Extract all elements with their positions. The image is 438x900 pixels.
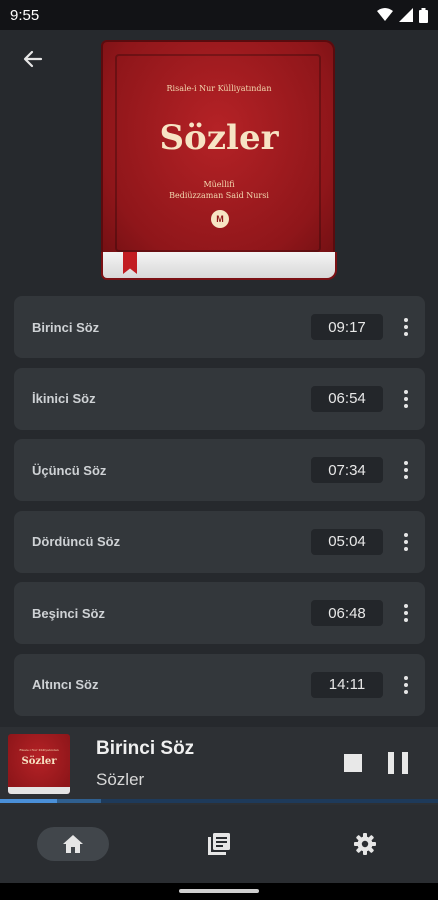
nav-home[interactable]: [0, 827, 146, 861]
track-duration: 14:11: [311, 671, 383, 698]
track-title: İkinici Söz: [32, 391, 96, 406]
wifi-icon: [377, 8, 393, 21]
track-title: Birinci Söz: [32, 319, 100, 335]
cover-series: Risale-i Nur Külliyatından: [166, 84, 272, 93]
library-icon: [208, 833, 230, 855]
track-row[interactable]: Üçüncü Söz 07:34: [14, 439, 425, 501]
track-row[interactable]: Birinci Söz 09:17: [14, 296, 425, 358]
thumb-title: Sözler: [21, 756, 57, 767]
track-title: Beşinci Söz: [32, 605, 105, 621]
settings-icon: [354, 833, 376, 855]
nav-library-indicator: [183, 827, 255, 861]
cover-author-name: Bediüzzaman Said Nursi: [169, 191, 269, 200]
signal-icon: [399, 8, 413, 22]
track-duration: 06:48: [311, 600, 383, 626]
cover-author-label: Müellifi: [203, 180, 235, 189]
track-title: Dördüncü Söz: [32, 534, 121, 549]
track-row[interactable]: Beşinci Söz 06:48: [14, 582, 425, 644]
track-duration: 09:17: [311, 314, 383, 340]
back-button[interactable]: [20, 46, 46, 72]
nav-settings[interactable]: [292, 827, 438, 861]
mini-player[interactable]: Risale-i Nur Külliyatından Sözler Birinc…: [0, 727, 438, 805]
cover-title: Sözler: [159, 118, 279, 158]
nav-home-indicator: [37, 827, 109, 861]
arrow-left-icon: [23, 50, 43, 68]
battery-icon: [419, 7, 428, 23]
gesture-area: [0, 883, 438, 900]
track-row[interactable]: İkinici Söz 06:54: [14, 367, 425, 430]
status-icons: [377, 7, 428, 23]
publisher-logo: M: [211, 210, 229, 228]
player-album: Sözler: [96, 770, 145, 789]
more-vert-icon[interactable]: [399, 530, 413, 554]
track-list: Birinci Söz 09:17 İkinici Söz 06:54 Üçün…: [14, 296, 425, 725]
more-vert-icon[interactable]: [399, 458, 413, 482]
progress-fill: [0, 799, 57, 803]
more-vert-icon[interactable]: [399, 601, 413, 625]
album-cover: Risale-i Nur Külliyatından Sözler Müelli…: [97, 38, 341, 282]
more-vert-icon[interactable]: [399, 387, 413, 411]
thumb-pages: [8, 787, 70, 794]
nav-settings-indicator: [329, 827, 401, 861]
status-bar: 9:55: [0, 0, 438, 30]
bottom-navigation: [0, 805, 438, 883]
track-duration: 07:34: [311, 457, 383, 483]
track-row[interactable]: Altıncı Söz 14:11: [14, 653, 425, 716]
track-duration: 06:54: [311, 385, 383, 412]
track-title: Üçüncü Söz: [32, 462, 107, 478]
more-vert-icon[interactable]: [399, 315, 413, 339]
track-duration: 05:04: [311, 528, 383, 555]
nav-library[interactable]: [146, 827, 292, 861]
gesture-handle[interactable]: [179, 889, 259, 893]
thumb-series: Risale-i Nur Külliyatından: [19, 748, 59, 752]
stop-icon[interactable]: [344, 754, 362, 772]
status-time: 9:55: [10, 6, 40, 24]
track-row[interactable]: Dördüncü Söz 05:04: [14, 510, 425, 573]
pause-icon[interactable]: [388, 752, 408, 774]
player-thumbnail: Risale-i Nur Külliyatından Sözler: [8, 734, 70, 794]
home-icon: [63, 835, 83, 853]
playback-progress[interactable]: [0, 799, 438, 803]
player-track-title: Birinci Söz: [96, 738, 195, 759]
track-title: Altıncı Söz: [32, 677, 99, 692]
more-vert-icon[interactable]: [399, 673, 413, 697]
